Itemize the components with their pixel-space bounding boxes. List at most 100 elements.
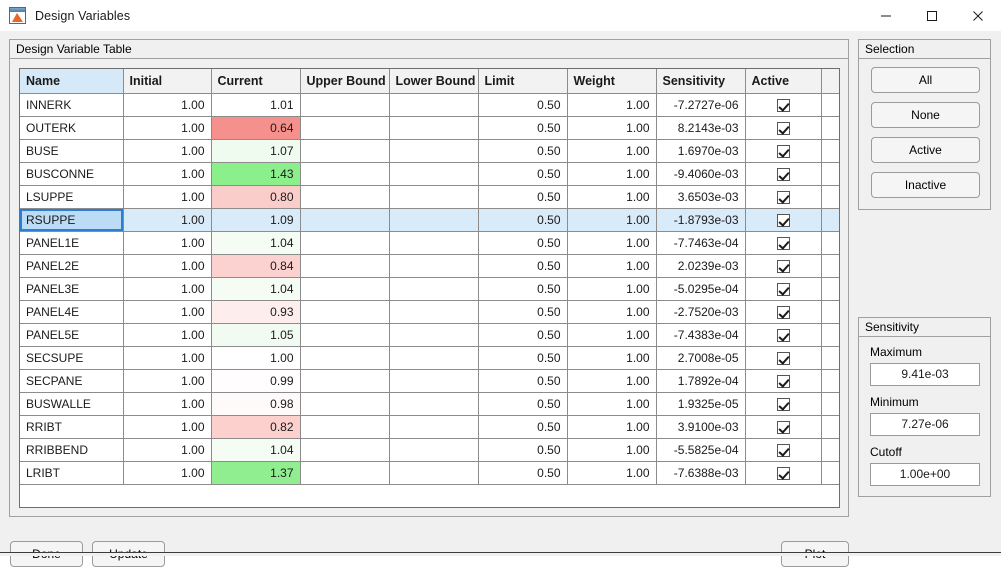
cell-weight[interactable]: 1.00 [567,415,657,439]
active-checkbox[interactable] [776,98,790,112]
cell-weight[interactable]: 1.00 [567,300,657,324]
design-variable-table[interactable]: Name Initial Current Upper Bound Lower B… [20,69,839,485]
cell-upper-bound[interactable] [300,461,390,485]
cell-limit[interactable]: 0.50 [478,369,568,393]
table-row[interactable]: OUTERK 1.00 0.64 0.50 1.00 8.2143e-03 [20,116,839,140]
table-row[interactable]: INNERK 1.00 1.01 0.50 1.00 -7.2727e-06 [20,93,839,117]
cell-sensitivity[interactable]: -5.0295e-04 [656,277,746,301]
cell-limit[interactable]: 0.50 [478,116,568,140]
cell-lower-bound[interactable] [389,231,479,255]
close-icon[interactable] [955,0,1001,31]
cell-name[interactable]: SECPANE [20,369,124,393]
cell-sensitivity[interactable]: 8.2143e-03 [656,116,746,140]
cell-current[interactable]: 1.05 [211,323,301,347]
cell-active[interactable] [745,139,822,163]
table-row[interactable]: BUSE 1.00 1.07 0.50 1.00 1.6970e-03 [20,139,839,163]
cell-current[interactable]: 1.07 [211,139,301,163]
cell-current[interactable]: 1.04 [211,277,301,301]
cell-sensitivity[interactable]: 1.7892e-04 [656,369,746,393]
active-checkbox[interactable] [776,305,790,319]
cell-sensitivity[interactable]: 3.6503e-03 [656,185,746,209]
cell-initial[interactable]: 1.00 [123,162,212,186]
cell-limit[interactable]: 0.50 [478,254,568,278]
table-row[interactable]: SECSUPE 1.00 1.00 0.50 1.00 2.7008e-05 [20,346,839,370]
cell-name[interactable]: PANEL5E [20,323,124,347]
active-checkbox[interactable] [776,374,790,388]
cell-current[interactable]: 1.04 [211,438,301,462]
active-checkbox[interactable] [776,328,790,342]
cell-lower-bound[interactable] [389,277,479,301]
cell-name[interactable]: SECSUPE [20,346,124,370]
cell-lower-bound[interactable] [389,208,479,232]
table-row[interactable]: BUSWALLE 1.00 0.98 0.50 1.00 1.9325e-05 [20,392,839,416]
cell-lower-bound[interactable] [389,461,479,485]
cell-weight[interactable]: 1.00 [567,392,657,416]
cell-name[interactable]: PANEL2E [20,254,124,278]
active-checkbox[interactable] [776,144,790,158]
cell-current[interactable]: 0.84 [211,254,301,278]
select-inactive-button[interactable]: Inactive [871,172,980,198]
active-checkbox[interactable] [776,167,790,181]
cell-sensitivity[interactable]: -5.5825e-04 [656,438,746,462]
minimum-field[interactable]: 7.27e-06 [870,413,980,436]
cell-active[interactable] [745,231,822,255]
table-row[interactable]: RSUPPE 1.00 1.09 0.50 1.00 -1.8793e-03 [20,208,839,232]
cell-lower-bound[interactable] [389,162,479,186]
cell-upper-bound[interactable] [300,139,390,163]
cell-active[interactable] [745,369,822,393]
cell-initial[interactable]: 1.00 [123,461,212,485]
cell-sensitivity[interactable]: 1.6970e-03 [656,139,746,163]
cell-current[interactable]: 0.64 [211,116,301,140]
cell-initial[interactable]: 1.00 [123,185,212,209]
cell-current[interactable]: 0.99 [211,369,301,393]
cell-active[interactable] [745,162,822,186]
cell-sensitivity[interactable]: -9.4060e-03 [656,162,746,186]
cell-lower-bound[interactable] [389,254,479,278]
active-checkbox[interactable] [776,420,790,434]
cell-sensitivity[interactable]: -7.4383e-04 [656,323,746,347]
cell-limit[interactable]: 0.50 [478,231,568,255]
cell-sensitivity[interactable]: 2.7008e-05 [656,346,746,370]
cell-limit[interactable]: 0.50 [478,300,568,324]
cell-active[interactable] [745,323,822,347]
cell-lower-bound[interactable] [389,369,479,393]
cell-weight[interactable]: 1.00 [567,185,657,209]
cell-weight[interactable]: 1.00 [567,369,657,393]
cell-limit[interactable]: 0.50 [478,461,568,485]
active-checkbox[interactable] [776,397,790,411]
cell-current[interactable]: 1.04 [211,231,301,255]
cell-limit[interactable]: 0.50 [478,208,568,232]
select-all-button[interactable]: All [871,67,980,93]
cell-name[interactable]: LRIBT [20,461,124,485]
cell-weight[interactable]: 1.00 [567,254,657,278]
cell-sensitivity[interactable]: 1.9325e-05 [656,392,746,416]
column-header-name[interactable]: Name [20,69,124,94]
cell-name[interactable]: PANEL3E [20,277,124,301]
cell-active[interactable] [745,185,822,209]
cell-active[interactable] [745,116,822,140]
column-header-lower-bound[interactable]: Lower Bound [389,69,479,94]
cell-active[interactable] [745,346,822,370]
cell-initial[interactable]: 1.00 [123,438,212,462]
cell-name[interactable]: BUSWALLE [20,392,124,416]
cell-sensitivity[interactable]: -2.7520e-03 [656,300,746,324]
cell-upper-bound[interactable] [300,369,390,393]
cell-weight[interactable]: 1.00 [567,346,657,370]
cell-current[interactable]: 1.01 [211,93,301,117]
cell-upper-bound[interactable] [300,415,390,439]
cell-current[interactable]: 0.82 [211,415,301,439]
cell-active[interactable] [745,277,822,301]
cell-upper-bound[interactable] [300,208,390,232]
cell-initial[interactable]: 1.00 [123,369,212,393]
cell-limit[interactable]: 0.50 [478,323,568,347]
cell-weight[interactable]: 1.00 [567,438,657,462]
cell-upper-bound[interactable] [300,277,390,301]
cell-initial[interactable]: 1.00 [123,277,212,301]
active-checkbox[interactable] [776,213,790,227]
cell-lower-bound[interactable] [389,438,479,462]
cell-current[interactable]: 0.98 [211,392,301,416]
cell-current[interactable]: 1.43 [211,162,301,186]
cell-upper-bound[interactable] [300,346,390,370]
cell-name[interactable]: PANEL4E [20,300,124,324]
cell-limit[interactable]: 0.50 [478,162,568,186]
